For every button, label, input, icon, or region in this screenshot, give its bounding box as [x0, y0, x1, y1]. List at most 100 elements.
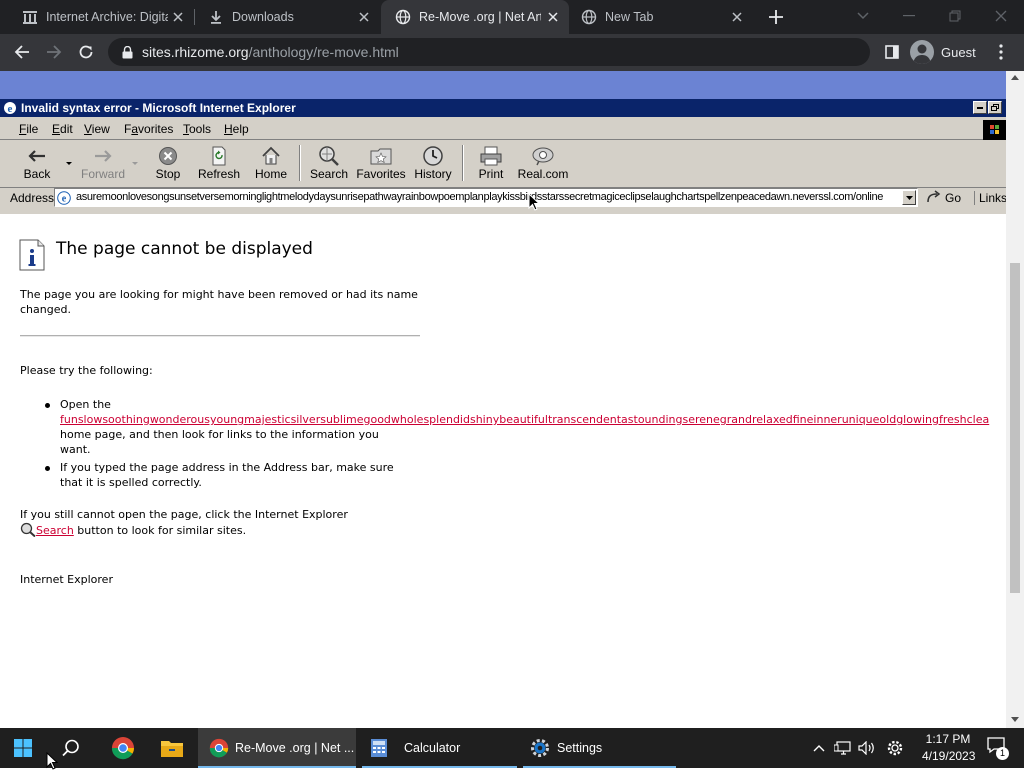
kebab-menu-icon[interactable]	[990, 41, 1012, 63]
tab-strip: Internet Archive: Digita Downloads Re-Mo…	[0, 0, 1024, 34]
toolbar-separator	[462, 145, 464, 181]
avatar-icon	[910, 40, 934, 64]
address-dropdown-icon[interactable]	[902, 190, 916, 205]
search-icon[interactable]	[62, 728, 80, 768]
ie-titlebar: e Invalid syntax error - Microsoft Inter…	[0, 99, 1006, 117]
browser-toolbar: sites.rhizome.org/anthology/re-move.html…	[0, 34, 1024, 71]
file-explorer-icon[interactable]	[160, 728, 184, 768]
go-button[interactable]: Go	[926, 189, 961, 207]
page-scrollbar[interactable]	[1006, 71, 1024, 728]
menu-view[interactable]: View	[84, 122, 110, 136]
side-panel-icon[interactable]	[881, 41, 903, 63]
menu-edit[interactable]: Edit	[52, 122, 73, 136]
tab-re-move[interactable]: Re-Move .org | Net Art	[381, 0, 569, 34]
chrome-taskbar-icon[interactable]	[111, 728, 135, 768]
system-clock[interactable]: 1:17 PM 4/19/2023	[922, 731, 975, 765]
taskbar-app-chrome[interactable]: Re-Move .org | Net ...	[198, 728, 356, 768]
info-page-icon	[19, 239, 45, 271]
close-window-icon[interactable]	[989, 4, 1013, 28]
ie-restore-icon[interactable]	[988, 101, 1002, 114]
notification-badge: 1	[996, 747, 1009, 760]
volume-icon[interactable]	[857, 738, 877, 758]
ie-favorites-button[interactable]: Favorites	[356, 145, 406, 183]
taskbar-app-calculator[interactable]: Calculator	[362, 728, 517, 768]
menu-help[interactable]: Help	[224, 122, 249, 136]
ie-forward-button[interactable]: Forward	[81, 145, 125, 183]
ie-back-label: Back	[23, 167, 51, 181]
search-globe-icon	[318, 145, 340, 167]
tab-internet-archive[interactable]: Internet Archive: Digita	[8, 0, 194, 34]
ie-back-button[interactable]: Back	[22, 145, 52, 183]
links-button[interactable]: Links	[974, 191, 1006, 205]
go-label: Go	[945, 191, 962, 205]
web-page: e Invalid syntax error - Microsoft Inter…	[0, 71, 1024, 728]
ie-window: e Invalid syntax error - Microsoft Inter…	[0, 99, 1006, 728]
close-icon[interactable]	[170, 9, 186, 25]
menu-favorites[interactable]: Favorites	[124, 122, 173, 136]
new-tab-plus-icon[interactable]	[766, 7, 786, 27]
taskbar-app-label: Settings	[557, 741, 603, 755]
reload-icon[interactable]	[75, 41, 97, 63]
still-text: If you still cannot open the page, click…	[20, 508, 348, 521]
minimize-icon[interactable]	[897, 4, 921, 28]
back-arrow-icon[interactable]	[11, 41, 33, 63]
scrollbar-thumb[interactable]	[1010, 263, 1020, 593]
ie-search-button[interactable]: Search	[310, 145, 348, 183]
tray-chevron-up-icon[interactable]	[809, 738, 829, 758]
close-icon[interactable]	[729, 9, 745, 25]
restore-icon[interactable]	[943, 4, 967, 28]
address-bar[interactable]: sites.rhizome.org/anthology/re-move.html	[108, 38, 870, 66]
real-player-icon	[532, 145, 554, 167]
home-page-link[interactable]: funslowsoothingwonderousyoungmajesticsil…	[60, 413, 989, 426]
taskbar-app-settings[interactable]: Settings	[523, 728, 676, 768]
ie-history-button[interactable]: History	[414, 145, 452, 183]
scroll-up-icon[interactable]	[1011, 75, 1019, 80]
ie-home-button[interactable]: Home	[255, 145, 288, 183]
ie-print-label: Print	[478, 167, 504, 181]
menu-tools[interactable]: Tools	[183, 122, 211, 136]
windows-flag-icon	[983, 120, 1006, 140]
tab-search-chevron-icon[interactable]	[851, 4, 875, 28]
url-path: /anthology/re-move.html	[248, 44, 399, 60]
ie-stop-button[interactable]: Stop	[155, 145, 181, 183]
notification-center-icon[interactable]: 1	[986, 736, 1009, 760]
lock-icon[interactable]	[120, 45, 134, 59]
svg-text:e: e	[8, 103, 13, 115]
start-windows-icon[interactable]	[13, 728, 33, 768]
download-icon	[208, 9, 224, 25]
close-icon[interactable]	[356, 9, 372, 25]
favorites-folder-icon	[370, 145, 392, 167]
clock-time: 1:17 PM	[925, 732, 971, 746]
close-icon[interactable]	[545, 9, 561, 25]
ie-print-button[interactable]: Print	[478, 145, 504, 183]
calculator-icon	[370, 738, 388, 758]
ie-minimize-icon[interactable]	[973, 101, 987, 114]
page-header-band	[0, 71, 1006, 99]
search-link[interactable]: Search	[36, 524, 74, 537]
tab-downloads[interactable]: Downloads	[194, 0, 380, 34]
profile-button[interactable]: Guest	[910, 38, 976, 66]
forward-arrow-icon[interactable]	[43, 41, 65, 63]
forward-dropdown-icon[interactable]	[132, 162, 138, 165]
back-dropdown-icon[interactable]	[66, 162, 72, 165]
taskbar-app-label: Calculator	[404, 741, 461, 755]
scroll-down-icon[interactable]	[1011, 717, 1019, 722]
globe-icon	[581, 9, 597, 25]
menu-file[interactable]: File	[19, 122, 38, 136]
tab-title: Downloads	[232, 10, 294, 24]
ie-address-field[interactable]: e asuremoonlovesongsunsetversemorninglig…	[54, 188, 918, 207]
forward-arrow-icon	[92, 145, 114, 167]
address-value[interactable]: asuremoonlovesongsunsetversemorninglight…	[76, 191, 883, 203]
ie-home-label: Home	[255, 167, 288, 181]
ie-favorites-label: Favorites	[356, 167, 406, 181]
network-icon[interactable]	[833, 738, 853, 758]
back-arrow-icon	[26, 145, 48, 167]
ie-refresh-button[interactable]: Refresh	[198, 145, 240, 183]
settings-tray-gear-icon[interactable]	[885, 738, 905, 758]
tab-new-tab[interactable]: New Tab	[567, 0, 753, 34]
bullet-prefix: Open the	[60, 398, 111, 411]
ie-realcom-button[interactable]: Real.com	[518, 145, 568, 183]
url-text[interactable]: sites.rhizome.org/anthology/re-move.html	[142, 44, 399, 60]
still-cannot-open-text: If you still cannot open the page, click…	[20, 507, 420, 538]
error-title: The page cannot be displayed	[56, 239, 313, 259]
